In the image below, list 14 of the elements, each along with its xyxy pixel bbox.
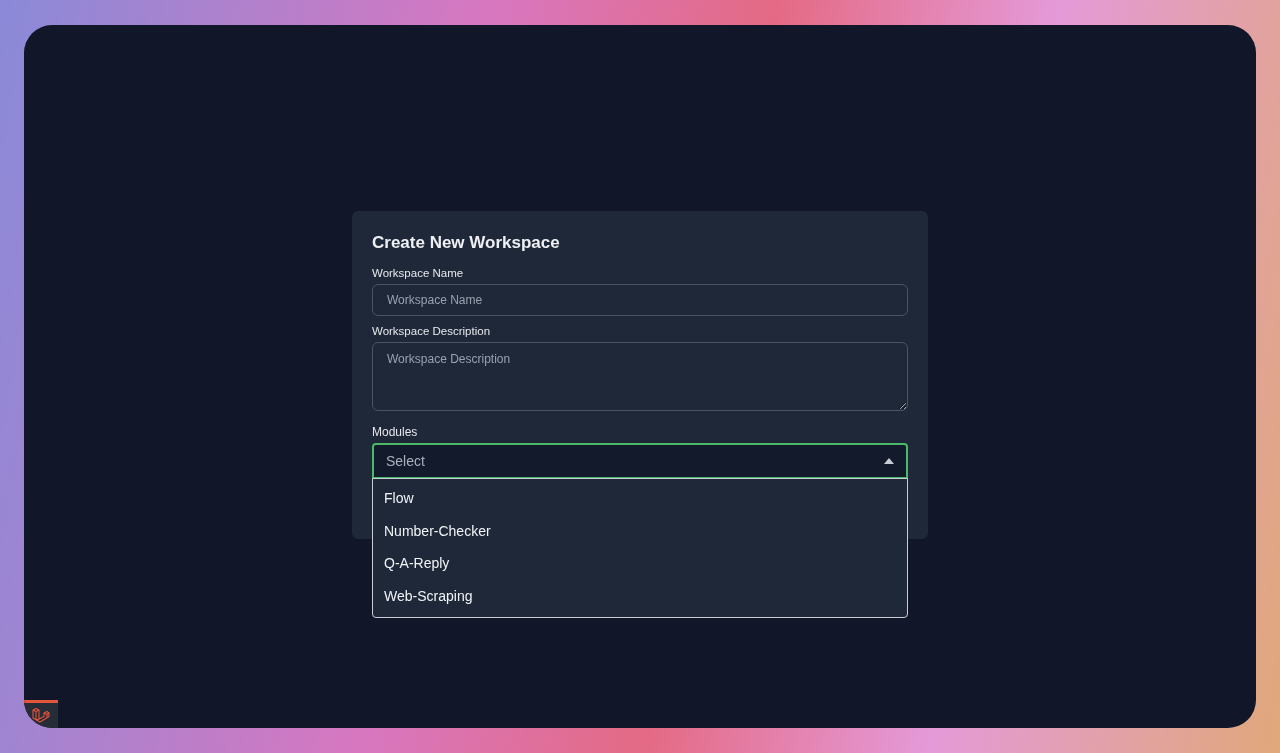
caret-icon xyxy=(884,458,894,464)
field-label: Workspace Description xyxy=(372,325,492,337)
field-label: Workspace Name xyxy=(372,267,465,279)
dropdown-option[interactable]: Flow xyxy=(373,482,907,515)
field-label: Modules xyxy=(372,425,419,439)
name-field[interactable]: Workspace Name xyxy=(372,284,908,316)
cube-stack-icon xyxy=(32,706,50,725)
debug-toolbar[interactable] xyxy=(24,700,58,728)
description-field[interactable]: Workspace Description xyxy=(372,342,908,411)
dropdown-option[interactable]: Number-Checker xyxy=(373,514,907,547)
dropdown-option[interactable]: Q-A-Reply xyxy=(373,547,907,580)
dropdown-option[interactable]: Web-Scraping xyxy=(373,579,907,612)
modules-select[interactable]: Select xyxy=(372,443,908,479)
form-title: Create New Workspace xyxy=(372,233,561,253)
